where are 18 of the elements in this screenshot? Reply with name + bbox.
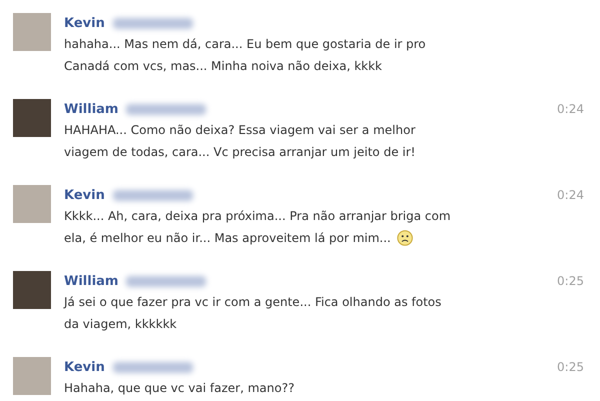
message-time: 0:25 [557, 360, 584, 374]
message-time: 0:24 [557, 102, 584, 116]
sender-name[interactable]: Kevin [64, 360, 105, 374]
message-text: hahaha... Mas nem dá, cara... Eu bem que gostaria de ir pro [64, 36, 426, 53]
message-text: Hahaha, que que vc vai fazer, mano?? [64, 380, 294, 397]
message-text: Kkkk... Ah, cara, deixa pra próxima... Pra não arranjar briga com [64, 208, 451, 225]
sender-name[interactable]: Kevin [64, 188, 105, 202]
message-time: 0:25 [557, 274, 584, 288]
message-text: Canadá com vcs, mas... Minha noiva não deixa, kkkk [64, 58, 382, 75]
sender-name[interactable]: William [64, 102, 118, 116]
message-time: 0:24 [557, 188, 584, 202]
message-text: viagem de todas, cara... Vc precisa arranjar um jeito de ir! [64, 144, 416, 161]
message-text: Já sei o que fazer pra vc ir com a gente... Fica olhando as fotos [64, 294, 442, 311]
message-text: da viagem, kkkkkk [64, 316, 177, 333]
message-text: HAHAHA... Como não deixa? Essa viagem vai ser a melhor [64, 122, 416, 139]
message-text: ela, é melhor eu não ir... Mas aproveitem lá por mim... [64, 230, 391, 247]
sender-name[interactable]: Kevin [64, 16, 105, 30]
sender-name[interactable]: William [64, 274, 118, 288]
